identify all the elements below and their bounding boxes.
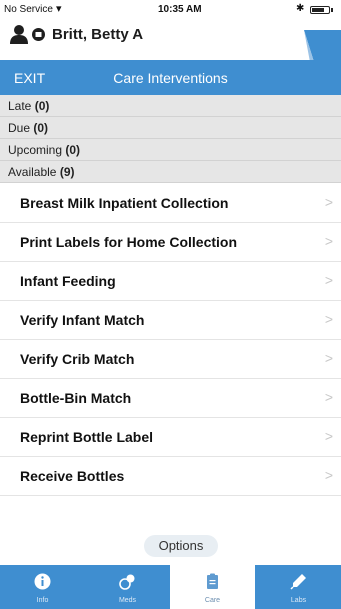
list-item-label: Breast Milk Inpatient Collection — [20, 195, 229, 211]
list-item-verify-crib-match[interactable]: Verify Crib Match > — [0, 340, 341, 379]
list-item-label: Verify Infant Match — [20, 312, 145, 328]
info-icon — [34, 573, 51, 590]
page-title: Care Interventions — [113, 70, 228, 86]
list-item-infant-feeding[interactable]: Infant Feeding > — [0, 262, 341, 301]
list-item-label: Infant Feeding — [20, 273, 116, 289]
meds-icon — [119, 574, 135, 590]
section-count: (0) — [33, 121, 49, 135]
dropper-icon — [290, 574, 306, 590]
chevron-right-icon: > — [324, 272, 333, 288]
list-item-print-labels-for-home-collection[interactable]: Print Labels for Home Collection > — [0, 223, 341, 262]
battery-tip — [331, 8, 333, 12]
status-bar: No Service ▾ 10:35 AM ✱ — [0, 0, 341, 20]
list-item-receive-bottles[interactable]: Receive Bottles > — [0, 457, 341, 496]
section-count: (0) — [34, 99, 50, 113]
section-label: Due — [8, 121, 31, 135]
chevron-right-icon: > — [324, 311, 333, 327]
record-icon — [32, 28, 45, 41]
chevron-right-icon: > — [324, 350, 333, 366]
chevron-right-icon: > — [324, 194, 333, 210]
list-item-label: Bottle-Bin Match — [20, 390, 132, 406]
list-item-bottle-bin-match[interactable]: Bottle-Bin Match > — [0, 379, 341, 418]
clock-time: 10:35 AM — [158, 4, 202, 15]
tab-care[interactable]: Care — [170, 565, 255, 609]
tab-labs[interactable]: Labs — [256, 565, 341, 609]
section-upcoming[interactable]: Upcoming (0) — [0, 139, 341, 161]
patient-header: Britt, Betty A — [0, 20, 341, 62]
patient-banner-tab-icon[interactable] — [296, 30, 341, 62]
nav-bar: Care Interventions EXIT — [0, 60, 341, 95]
carrier-text: No Service — [4, 4, 53, 15]
list-item-label: Print Labels for Home Collection — [20, 234, 238, 250]
list-item-label: Verify Crib Match — [20, 351, 135, 367]
section-due[interactable]: Due (0) — [0, 117, 341, 139]
list-item-reprint-bottle-label[interactable]: Reprint Bottle Label > — [0, 418, 341, 457]
section-label: Upcoming — [8, 143, 63, 157]
tab-meds[interactable]: Meds — [85, 565, 170, 609]
section-label: Available — [8, 165, 57, 179]
chevron-right-icon: > — [324, 467, 333, 483]
exit-button[interactable]: EXIT — [14, 70, 45, 86]
tab-label: Care — [204, 597, 221, 604]
tab-info[interactable]: Info — [0, 565, 85, 609]
tab-label: Labs — [290, 597, 307, 604]
section-late[interactable]: Late (0) — [0, 95, 341, 117]
list-item-verify-infant-match[interactable]: Verify Infant Match > — [0, 301, 341, 340]
chevron-right-icon: > — [324, 389, 333, 405]
section-available[interactable]: Available (9) — [0, 161, 341, 183]
patient-name: Britt, Betty A — [52, 26, 144, 43]
tab-label: Info — [36, 597, 49, 604]
battery-icon — [310, 6, 330, 14]
section-count: (9) — [59, 165, 75, 179]
list-item-label: Receive Bottles — [20, 468, 125, 484]
wifi-icon: ▾ — [56, 3, 62, 15]
person-icon — [10, 25, 28, 44]
tab-label: Meds — [118, 597, 137, 604]
chevron-right-icon: > — [324, 233, 333, 249]
options-button[interactable]: Options — [144, 535, 218, 557]
chevron-right-icon: > — [324, 428, 333, 444]
section-label: Late — [8, 99, 32, 113]
list-item-breast-milk-inpatient-collection[interactable]: Breast Milk Inpatient Collection > — [0, 184, 341, 223]
clipboard-icon — [207, 573, 218, 589]
bluetooth-icon: ✱ — [296, 3, 305, 14]
section-count: (0) — [65, 143, 81, 157]
list-item-label: Reprint Bottle Label — [20, 429, 154, 445]
tab-bar: Info Meds Care Labs — [0, 565, 341, 609]
